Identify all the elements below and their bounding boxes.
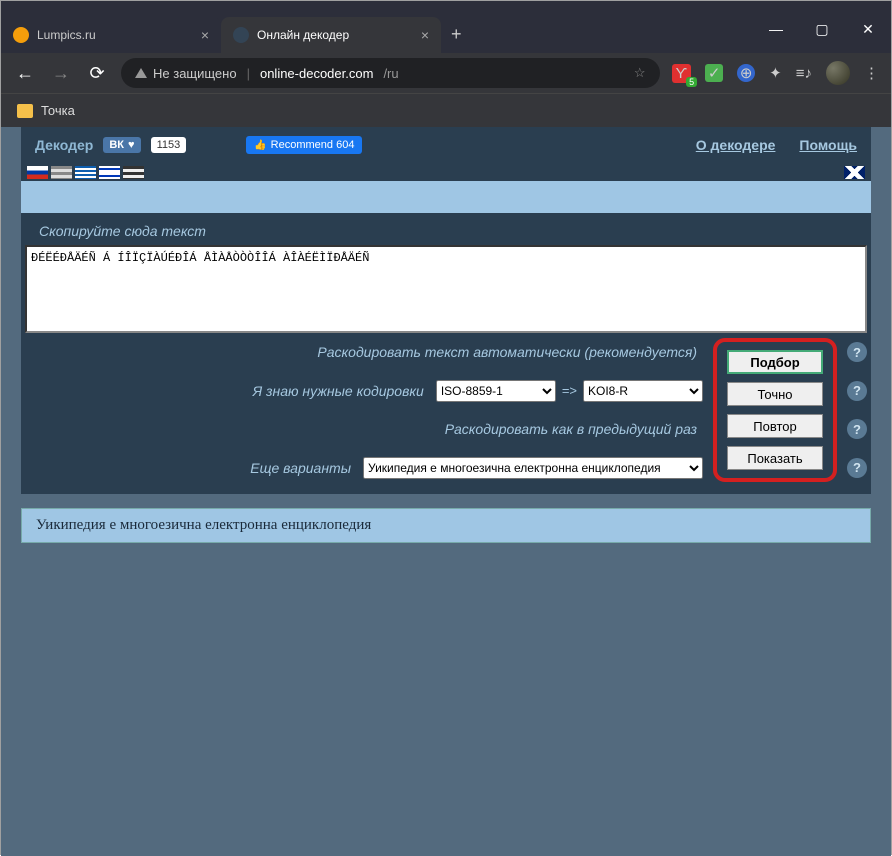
bookmark-item[interactable]: Точка (41, 103, 75, 118)
tab-title: Lumpics.ru (37, 28, 96, 42)
help-icon[interactable]: ? (847, 342, 867, 362)
tab-title: Онлайн декодер (257, 28, 349, 42)
auto-decode-button[interactable]: Подбор (727, 350, 823, 374)
vk-count: 1153 (151, 137, 187, 153)
check-extension-icon[interactable]: ✓ (705, 64, 723, 82)
tab-lumpics[interactable]: Lumpics.ru × (1, 17, 221, 53)
url-path: /ru (383, 66, 398, 81)
security-indicator[interactable]: Не защищено (135, 66, 237, 81)
back-button[interactable]: ← (13, 63, 37, 84)
site-header: Декодер ВК♥ 1153 Recommend 604 О декодер… (21, 127, 871, 163)
url-host: online-decoder.com (260, 66, 373, 81)
flag-gr-icon[interactable] (75, 166, 96, 179)
profile-avatar[interactable] (826, 61, 850, 85)
flag-ru-icon[interactable] (27, 166, 48, 179)
help-icon[interactable]: ? (847, 419, 867, 439)
warning-icon (135, 68, 147, 78)
variants-label: Еще варианты (250, 460, 357, 476)
help-icon[interactable]: ? (847, 458, 867, 478)
minimize-button[interactable]: — (753, 13, 799, 45)
decoder-panel: Скопируйте сюда текст ÐÉËÉÐÅÄÉÑ Á ÍÎÏÇÏÀ… (21, 213, 871, 494)
folder-icon (17, 104, 33, 118)
decode-input[interactable]: ÐÉËÉÐÅÄÉÑ Á ÍÎÏÇÏÀÚÉÐÎÁ ÅÌÀÅÒÒÒÎÎÁ ÀÎÀÉË… (25, 245, 867, 333)
encoding-from-select[interactable]: ISO-8859-1 (436, 380, 556, 402)
flag-il-icon[interactable] (99, 166, 120, 179)
favicon-lumpics (13, 27, 29, 43)
repeat-label: Раскодировать как в предыдущий раз (445, 421, 703, 437)
language-flags (21, 163, 871, 181)
reload-button[interactable]: ⟳ (85, 63, 109, 84)
arrow-icon: => (562, 383, 577, 398)
url-bar[interactable]: Не защищено | online-decoder.com/ru ☆ (121, 58, 660, 88)
forward-button[interactable]: → (49, 63, 73, 84)
globe-extension-icon[interactable]: ⊕ (737, 64, 755, 82)
action-buttons-highlight: Подбор Точно Повтор Показать (713, 338, 837, 482)
variants-select[interactable]: Уикипедия е многоезична електронна енцик… (363, 457, 703, 479)
vk-share-button[interactable]: ВК♥ (103, 137, 140, 153)
help-icon[interactable]: ? (847, 381, 867, 401)
show-variants-button[interactable]: Показать (727, 446, 823, 470)
close-icon[interactable]: × (201, 27, 209, 43)
help-link[interactable]: Помощь (799, 137, 857, 153)
flag-icon[interactable] (123, 166, 144, 179)
security-text: Не защищено (153, 66, 237, 81)
flag-uk-icon[interactable] (844, 166, 865, 179)
star-icon[interactable]: ☆ (634, 65, 646, 81)
bookmarks-bar: Точка (1, 93, 891, 127)
separator: | (247, 66, 250, 81)
maximize-button[interactable]: ▢ (799, 13, 845, 45)
new-tab-button[interactable]: + (451, 24, 462, 45)
encoding-to-select[interactable]: KOI8-R (583, 380, 703, 402)
input-tab-label: Скопируйте сюда текст (25, 216, 220, 245)
extension-badge[interactable]: Ƴ (672, 64, 692, 83)
playlist-icon[interactable]: ≡♪ (796, 65, 812, 82)
fb-recommend-button[interactable]: Recommend 604 (246, 136, 362, 154)
extensions-icon[interactable]: ✦ (769, 64, 782, 82)
flag-icon[interactable] (51, 166, 72, 179)
repeat-decode-button[interactable]: Повтор (727, 414, 823, 438)
header-band (21, 181, 871, 213)
auto-label: Раскодировать текст автоматически (реком… (317, 344, 703, 360)
exact-decode-button[interactable]: Точно (727, 382, 823, 406)
result-output: Уикипедия е многоезична електронна енцик… (21, 508, 871, 543)
page-content: Декодер ВК♥ 1153 Recommend 604 О декодер… (1, 127, 891, 856)
close-window-button[interactable]: ✕ (845, 13, 891, 45)
menu-icon[interactable]: ⋮ (864, 64, 879, 82)
about-link[interactable]: О декодере (696, 137, 776, 153)
browser-toolbar: ← → ⟳ Не защищено | online-decoder.com/r… (1, 53, 891, 93)
encodings-label: Я знаю нужные кодировки (253, 383, 430, 399)
titlebar: Lumpics.ru × Онлайн декодер × + — ▢ ✕ (1, 1, 891, 53)
favicon-decoder (233, 27, 249, 43)
close-icon[interactable]: × (421, 27, 429, 43)
tab-decoder[interactable]: Онлайн декодер × (221, 17, 441, 53)
brand-label: Декодер (35, 137, 93, 153)
